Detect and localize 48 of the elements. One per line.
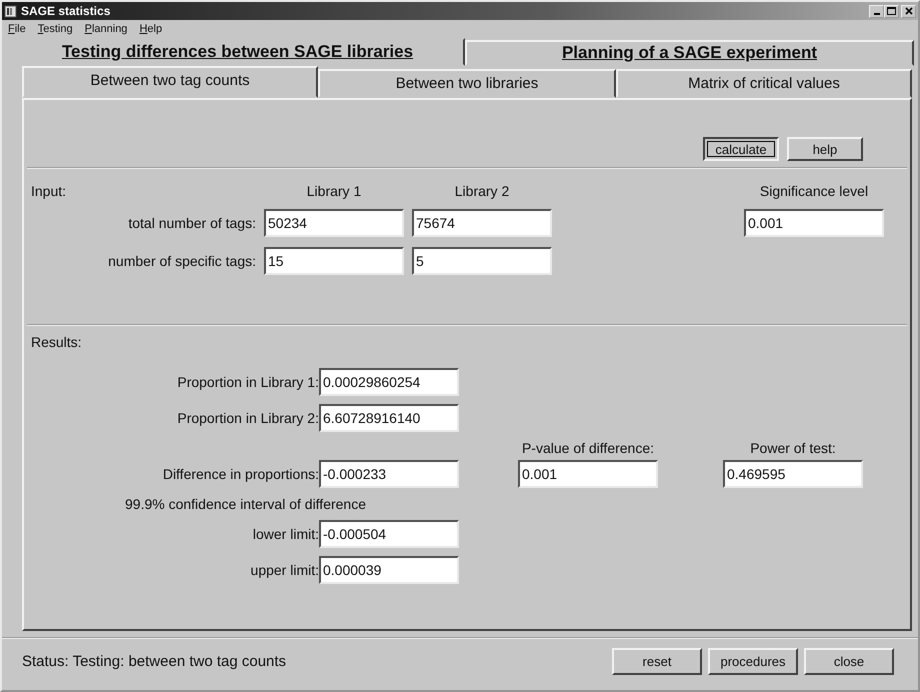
field-label: Proportion in Library 2:	[176, 410, 319, 426]
reset-button[interactable]: reset	[612, 648, 702, 674]
input-field[interactable]: 0.001	[518, 460, 658, 488]
input-field[interactable]: 6.60728916140	[319, 404, 459, 432]
input-field[interactable]: 0.00029860254	[319, 368, 459, 396]
input-field[interactable]: 75674	[412, 209, 552, 237]
input-field[interactable]: 15	[264, 247, 404, 275]
tab[interactable]: Between two tag counts	[22, 66, 318, 98]
section-heading: Results:	[31, 334, 83, 350]
field-label: total number of tags:	[127, 215, 256, 231]
menu-item[interactable]: File	[8, 23, 26, 35]
close-button[interactable]: close	[804, 648, 894, 674]
status-text: Status: Testing: between two tag counts	[22, 652, 288, 670]
field-label: upper limit:	[250, 562, 319, 578]
column-heading: P-value of difference:	[520, 440, 656, 456]
minimize-button[interactable]	[869, 4, 884, 18]
app-icon	[4, 4, 17, 18]
tab[interactable]: Planning of a SAGE experiment	[465, 40, 914, 66]
field-label: lower limit:	[252, 526, 319, 542]
column-heading: Library 2	[454, 183, 510, 199]
maximize-icon	[887, 7, 896, 15]
column-heading: Significance level	[758, 183, 870, 199]
field-label: number of specific tags:	[107, 253, 256, 269]
field-label: Proportion in Library 1:	[176, 374, 319, 390]
tab[interactable]: Between two libraries	[318, 69, 616, 98]
tab[interactable]: Matrix of critical values	[616, 69, 912, 98]
input-field[interactable]: 50234	[264, 209, 404, 237]
close-button[interactable]	[901, 4, 916, 18]
column-heading: Library 1	[306, 183, 362, 199]
input-field[interactable]: -0.000504	[319, 520, 459, 548]
input-field[interactable]: 0.469595	[723, 460, 863, 488]
section-heading: Input:	[31, 183, 68, 199]
input-field[interactable]: 5	[412, 247, 552, 275]
maximize-button[interactable]	[884, 4, 899, 18]
window-title: SAGE statistics	[21, 4, 112, 18]
menu-item[interactable]: Help	[139, 23, 162, 35]
help-button[interactable]: help	[787, 137, 863, 161]
calculate-button[interactable]: calculate	[703, 137, 779, 161]
menu-item[interactable]: Testing	[38, 23, 73, 35]
field-label: Difference in proportions:	[162, 466, 319, 482]
column-heading: Power of test:	[749, 440, 837, 456]
input-field[interactable]: 0.000039	[319, 556, 459, 584]
input-field[interactable]: -0.000233	[319, 460, 459, 488]
close-icon	[904, 7, 912, 15]
caption: 99.9% confidence interval of difference	[124, 496, 368, 512]
menu-item[interactable]: Planning	[84, 23, 128, 35]
procedures-button[interactable]: procedures	[708, 648, 798, 674]
input-field[interactable]: 0.001	[744, 209, 884, 237]
